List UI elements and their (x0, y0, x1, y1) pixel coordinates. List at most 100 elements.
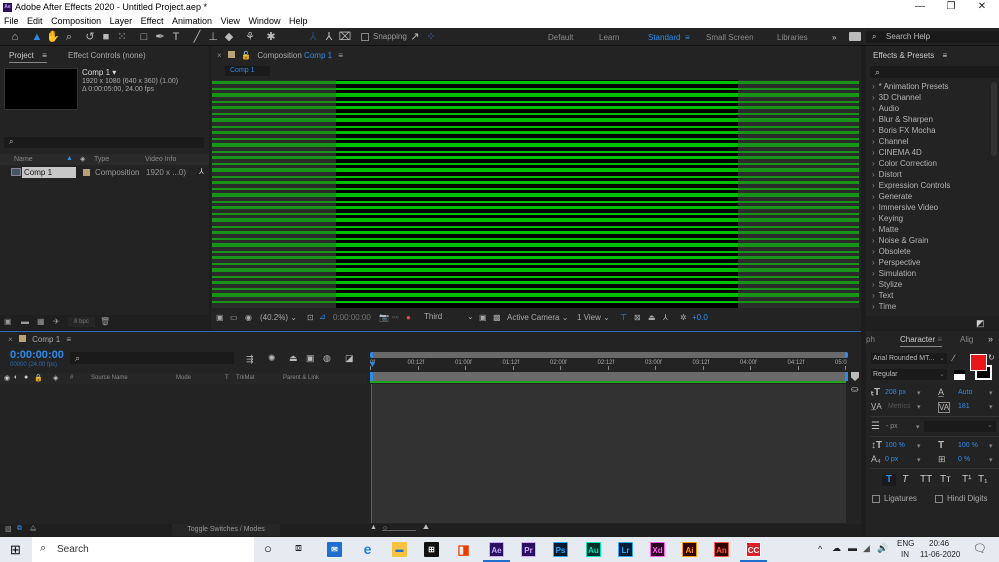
input-language[interactable]: ENG (897, 539, 914, 548)
cortana-icon[interactable]: ○ (264, 541, 272, 556)
frame-blending-icon[interactable]: ▣ (306, 353, 315, 364)
taskbar-app-ae-icon[interactable]: Ae (489, 542, 504, 557)
chevron-right-icon[interactable]: › (872, 104, 875, 113)
type-tool-icon[interactable]: T (169, 30, 183, 44)
workspace-small-screen[interactable]: Small Screen (706, 33, 754, 42)
show-snapshot-icon[interactable]: ⚯ (392, 313, 399, 322)
font-family-dropdown[interactable]: Arial Rounded MT... ⌄ (871, 353, 947, 364)
menu-file[interactable]: File (4, 15, 19, 28)
chevron-right-icon[interactable]: › (872, 302, 875, 311)
tsume-dropdown-icon[interactable]: ▾ (989, 456, 993, 464)
edge-browser-icon[interactable]: e (360, 542, 375, 557)
rectangle-tool-icon[interactable]: □ (137, 30, 151, 44)
tab-paragraph-partial[interactable]: ph (866, 335, 875, 344)
eraser-tool-icon[interactable]: ◆ (222, 30, 236, 44)
chevron-right-icon[interactable]: › (872, 269, 875, 278)
column-video-info[interactable]: Video Info (145, 156, 176, 163)
camera-tool-icon[interactable]: ■ (99, 30, 113, 44)
font-style-dropdown[interactable]: Regular ⌄ (871, 369, 947, 380)
effects-category-item[interactable]: › Keying (872, 213, 903, 224)
microsoft-store-icon[interactable]: ⊞ (424, 542, 439, 557)
workspace-menu-icon[interactable]: ≡ (685, 33, 690, 42)
column-source-name[interactable]: Source Name (91, 375, 128, 381)
swap-colors-icon[interactable]: ↻ (988, 353, 995, 362)
chevron-right-icon[interactable]: › (872, 159, 875, 168)
workspace-standard[interactable]: Standard (648, 33, 680, 42)
composition-viewer[interactable] (212, 80, 859, 308)
chevron-right-icon[interactable]: › (872, 115, 875, 124)
snapping-options-icon[interactable]: ↗ (408, 30, 422, 44)
timeline-icon[interactable]: ⏏ (648, 313, 656, 322)
tsume-value[interactable]: 0 % (958, 456, 970, 463)
timeline-track-area[interactable] (371, 384, 846, 523)
horizontal-scale-value[interactable]: 100 % (958, 442, 978, 449)
always-preview-icon[interactable]: ▣ (216, 313, 224, 322)
tab-composition[interactable]: × 🔓 Composition Comp 1 ≡ (217, 51, 343, 60)
file-explorer-icon[interactable]: ▬ (392, 542, 407, 557)
motion-blur-icon[interactable]: ◍ (323, 353, 331, 364)
zoom-in-icon[interactable]: ⛰ (423, 524, 429, 532)
taskbar-app-xd-icon[interactable]: Xd (650, 542, 665, 557)
close-tab-icon[interactable]: × (217, 51, 222, 60)
project-row[interactable]: Comp 1 Composition 1920 x ...0) ⅄ (0, 167, 209, 178)
effects-category-item[interactable]: › Color Correction (872, 158, 937, 169)
mail-app-icon[interactable]: ✉ (327, 542, 342, 557)
sort-ascending-icon[interactable]: ▲ (66, 155, 73, 162)
snapshot-camera-icon[interactable]: 📷 (379, 313, 389, 322)
timeline-current-time[interactable]: 0:00:00:00 (10, 349, 64, 361)
superscript-button[interactable]: T¹ (962, 474, 971, 485)
tracking-value[interactable]: 181 (958, 403, 970, 410)
column-mode[interactable]: Mode (176, 375, 191, 381)
chevron-right-icon[interactable]: › (872, 203, 875, 212)
project-search-input[interactable]: ⌕ (4, 137, 204, 148)
effects-category-item[interactable]: › Matte (872, 224, 899, 235)
kerning-dropdown-icon[interactable]: ▾ (917, 403, 921, 411)
subscript-button[interactable]: T₁ (978, 474, 987, 485)
chevron-right-icon[interactable]: › (872, 280, 875, 289)
stroke-width-dropdown-icon[interactable]: ▾ (916, 423, 920, 431)
effects-category-item[interactable]: › * Animation Presets (872, 81, 948, 92)
ligatures-checkbox[interactable]: Ligatures (872, 494, 917, 503)
column-type[interactable]: Type (94, 156, 109, 163)
effects-scrollbar[interactable] (991, 82, 997, 156)
fill-color-swatch-front[interactable] (970, 354, 987, 371)
resolution-dropdown[interactable]: Third ⌄ (423, 312, 474, 323)
render-queue-icon[interactable]: ✈ (53, 317, 60, 326)
local-axis-mode-icon[interactable]: ⅄ (306, 30, 320, 44)
baseline-shift-dropdown-icon[interactable]: ▾ (917, 456, 921, 464)
effects-category-item[interactable]: › Stylize (872, 279, 902, 290)
column-preserve-transparency[interactable]: T (225, 375, 229, 381)
home-icon[interactable]: ⌂ (8, 30, 22, 44)
brush-tool-icon[interactable]: ╱ (190, 30, 204, 44)
new-folder-icon[interactable]: ▬ (21, 317, 29, 326)
effects-category-item[interactable]: › Channel (872, 136, 908, 147)
small-caps-button[interactable]: Tт (940, 474, 951, 485)
label-color-swatch[interactable] (83, 169, 90, 176)
workspace-default[interactable]: Default (548, 33, 573, 42)
effects-category-item[interactable]: › Boris FX Mocha (872, 125, 936, 136)
new-composition-icon[interactable]: ▦ (37, 317, 45, 326)
toggle-mask-path-icon[interactable]: ⊿ (319, 312, 326, 321)
menu-edit[interactable]: Edit (27, 15, 43, 28)
office-icon[interactable]: ◨ (456, 542, 471, 557)
workspace-layout-icon[interactable] (849, 32, 861, 41)
zoom-slider-handle[interactable]: ○ (383, 525, 387, 532)
chevron-right-icon[interactable]: › (872, 236, 875, 245)
taskbar-app-ps-icon[interactable]: Ps (553, 542, 568, 557)
task-view-icon[interactable]: ⧈ (295, 542, 302, 555)
composition-mini-flowchart-icon[interactable]: ⇶ (246, 354, 254, 365)
chevron-right-icon[interactable]: › (872, 192, 875, 201)
effects-category-item[interactable]: › Text (872, 290, 893, 301)
playhead-icon[interactable]: ▼ (368, 359, 377, 369)
chevron-right-icon[interactable]: › (872, 247, 875, 256)
tab-align-partial[interactable]: Alig (960, 335, 973, 344)
column-parent-link[interactable]: Parent & Link (283, 375, 319, 381)
menu-window[interactable]: Window (248, 15, 280, 28)
safe-margins-icon[interactable]: ⊡ (307, 313, 314, 322)
effects-search-input[interactable]: ⌕ (870, 66, 999, 78)
minimize-button[interactable]: — (905, 1, 935, 12)
layer-list[interactable] (0, 384, 368, 524)
exposure-reset-icon[interactable]: ✲ (680, 313, 687, 322)
column-name[interactable]: Name (14, 156, 33, 163)
panel-menu-icon[interactable]: ≡ (338, 51, 343, 60)
